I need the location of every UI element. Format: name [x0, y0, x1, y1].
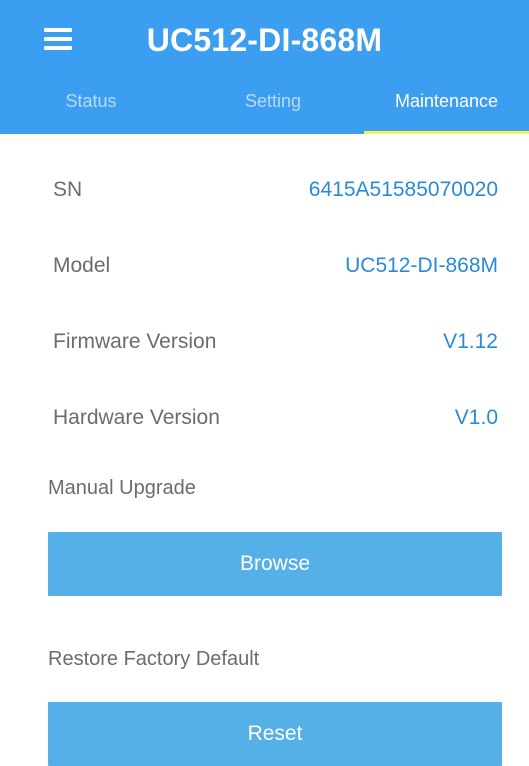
hardware-version-label: Hardware Version	[53, 406, 220, 429]
info-row-sn: SN 6415A51585070020	[53, 175, 498, 205]
tab-bar: Status Setting Maintenance	[0, 80, 529, 134]
browse-button[interactable]: Browse	[48, 532, 502, 596]
manual-upgrade-label: Manual Upgrade	[48, 477, 196, 499]
tab-status[interactable]: Status	[0, 80, 182, 134]
reset-button[interactable]: Reset	[48, 702, 502, 766]
sn-value: 6415A51585070020	[308, 178, 498, 201]
info-row-hardware-version: Hardware Version V1.0	[53, 403, 498, 433]
firmware-version-value: V1.12	[443, 330, 498, 353]
firmware-version-label: Firmware Version	[53, 330, 217, 353]
info-row-firmware-version: Firmware Version V1.12	[53, 327, 498, 357]
model-label: Model	[53, 254, 111, 277]
info-row-model: Model UC512-DI-868M	[53, 251, 498, 281]
hardware-version-value: V1.0	[454, 406, 498, 429]
page-title: UC512-DI-868M	[146, 22, 383, 58]
app-header: UC512-DI-868M Status Setting Maintenance	[0, 0, 529, 134]
restore-factory-default-label: Restore Factory Default	[48, 648, 260, 670]
model-value: UC512-DI-868M	[345, 254, 498, 277]
tab-maintenance[interactable]: Maintenance	[364, 80, 529, 134]
active-tab-indicator	[364, 131, 529, 134]
sn-label: SN	[53, 178, 83, 201]
tab-setting[interactable]: Setting	[182, 80, 364, 134]
